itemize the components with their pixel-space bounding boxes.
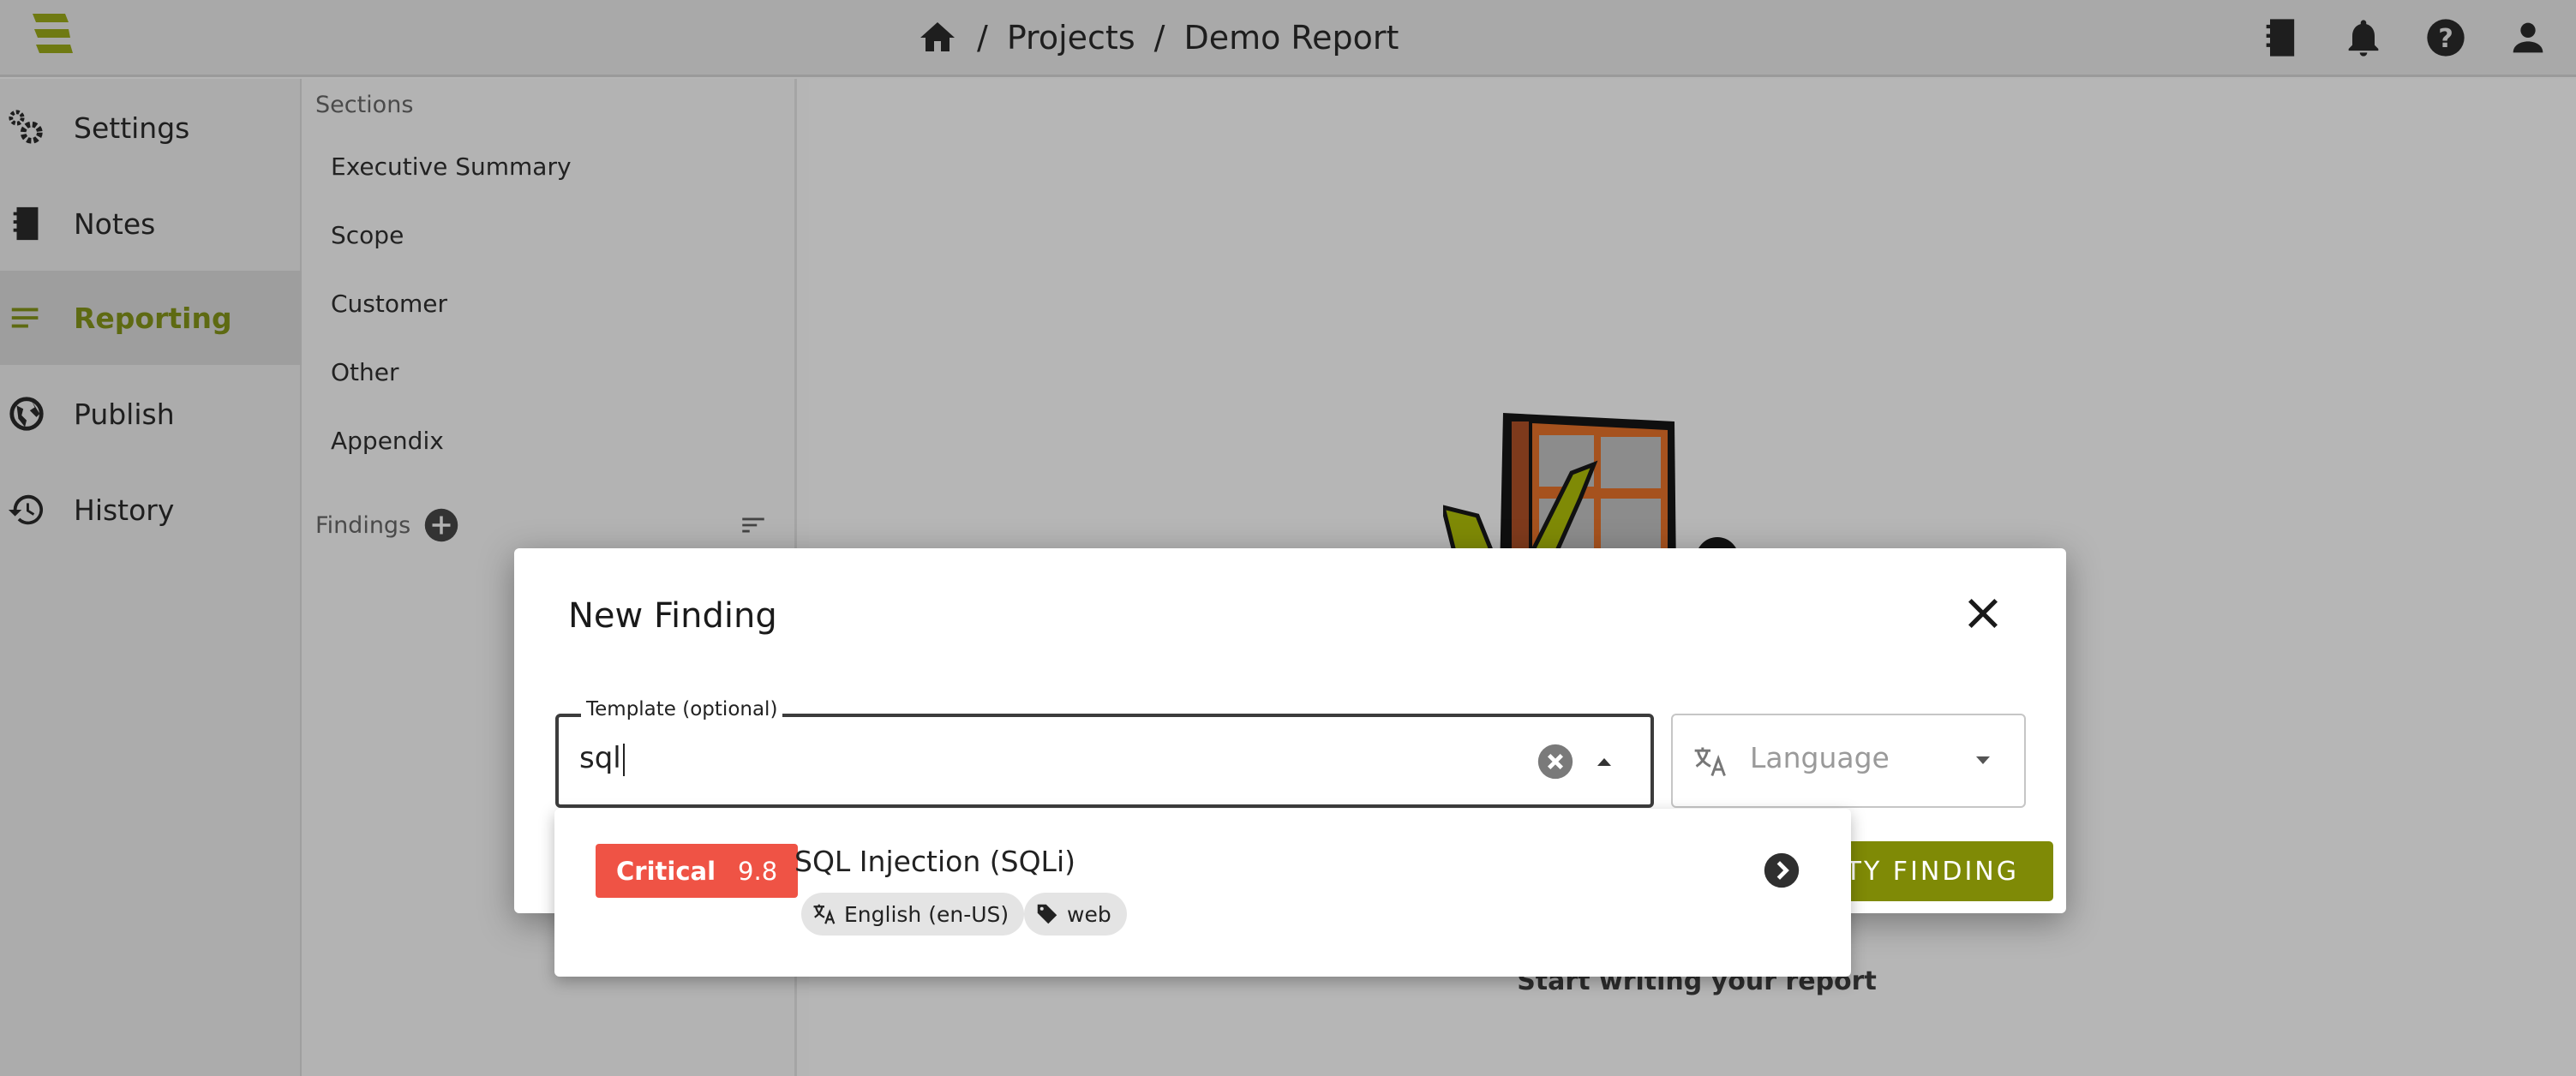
svg-text:?: ? (2438, 24, 2453, 54)
sidebar-item-history[interactable]: History (0, 463, 302, 557)
sidebar-item-label: Settings (74, 111, 190, 145)
section-item[interactable]: Customer (331, 290, 447, 318)
close-icon[interactable] (1961, 591, 2005, 636)
chevron-right-circle-icon[interactable] (1763, 852, 1800, 889)
text-caret (622, 743, 625, 776)
breadcrumb: / Projects / Demo Report (917, 12, 1399, 63)
section-item[interactable]: Other (331, 358, 399, 386)
globe-icon (9, 397, 44, 431)
chevron-down-icon[interactable] (1973, 750, 1993, 770)
breadcrumb-separator: / (1153, 19, 1165, 57)
findings-heading: Findings (315, 512, 411, 539)
language-placeholder: Language (1750, 741, 1890, 774)
notes-icon[interactable] (2259, 15, 2303, 60)
sidebar-item-notes[interactable]: Notes (0, 176, 302, 271)
language-chip-label: English (en-US) (844, 901, 1009, 927)
sidebar-item-label: History (74, 493, 175, 527)
template-dropdown: Critical 9.8 SQL Injection (SQLi) English… (554, 809, 1851, 977)
chevron-up-icon[interactable] (1594, 751, 1614, 772)
translate-icon (1694, 747, 1726, 777)
top-bar: / Projects / Demo Report ? (0, 0, 2576, 77)
notebook-icon (13, 206, 39, 241)
cvss-score: 9.8 (738, 856, 778, 886)
template-input[interactable]: Template (optional) sql (555, 698, 1654, 808)
sidebar-item-publish[interactable]: Publish (0, 367, 302, 461)
settings-icon (9, 110, 43, 144)
sections-heading: Sections (315, 92, 414, 118)
translate-icon (813, 904, 836, 924)
breadcrumb-demo-report[interactable]: Demo Report (1183, 19, 1399, 57)
sidebar-item-reporting[interactable]: Reporting (0, 271, 302, 365)
severity-badge: Critical 9.8 (596, 844, 799, 898)
sort-icon[interactable] (739, 511, 768, 540)
breadcrumb-separator: / (977, 19, 988, 57)
finding-title: SQL Injection (SQLi) (794, 845, 1075, 878)
severity-label: Critical (616, 856, 716, 886)
add-finding-icon[interactable] (423, 507, 459, 543)
tag-chip: web (1024, 893, 1127, 936)
help-icon[interactable]: ? (2423, 15, 2468, 60)
sidebar-item-label: Notes (74, 206, 156, 241)
dialog-title: New Finding (568, 596, 777, 636)
section-item[interactable]: Executive Summary (331, 152, 572, 181)
language-chip: English (en-US) (801, 893, 1025, 936)
section-item[interactable]: Appendix (331, 427, 444, 455)
tag-icon (1037, 904, 1057, 924)
sidebar-item-label: Reporting (74, 301, 232, 335)
section-item[interactable]: Scope (331, 221, 404, 249)
bell-icon[interactable] (2341, 15, 2386, 60)
language-select[interactable]: Language (1671, 714, 2026, 808)
sidebar-item-settings[interactable]: Settings (0, 81, 302, 175)
clear-icon[interactable] (1537, 743, 1574, 780)
sidebar-item-label: Publish (74, 397, 175, 431)
template-label: Template (optional) (581, 698, 783, 720)
breadcrumb-projects[interactable]: Projects (1007, 19, 1135, 57)
template-input-value[interactable]: sql (579, 741, 621, 775)
dropdown-option[interactable]: Critical 9.8 SQL Injection (SQLi) English… (554, 809, 1851, 977)
tag-chip-label: web (1067, 901, 1111, 927)
logo-icon[interactable] (29, 12, 77, 60)
reporting-icon (11, 308, 39, 328)
sidebar: Settings Notes Reporting Publish History (0, 79, 302, 1076)
account-icon[interactable] (2506, 15, 2550, 60)
history-icon (8, 494, 44, 525)
home-icon[interactable] (917, 17, 958, 58)
